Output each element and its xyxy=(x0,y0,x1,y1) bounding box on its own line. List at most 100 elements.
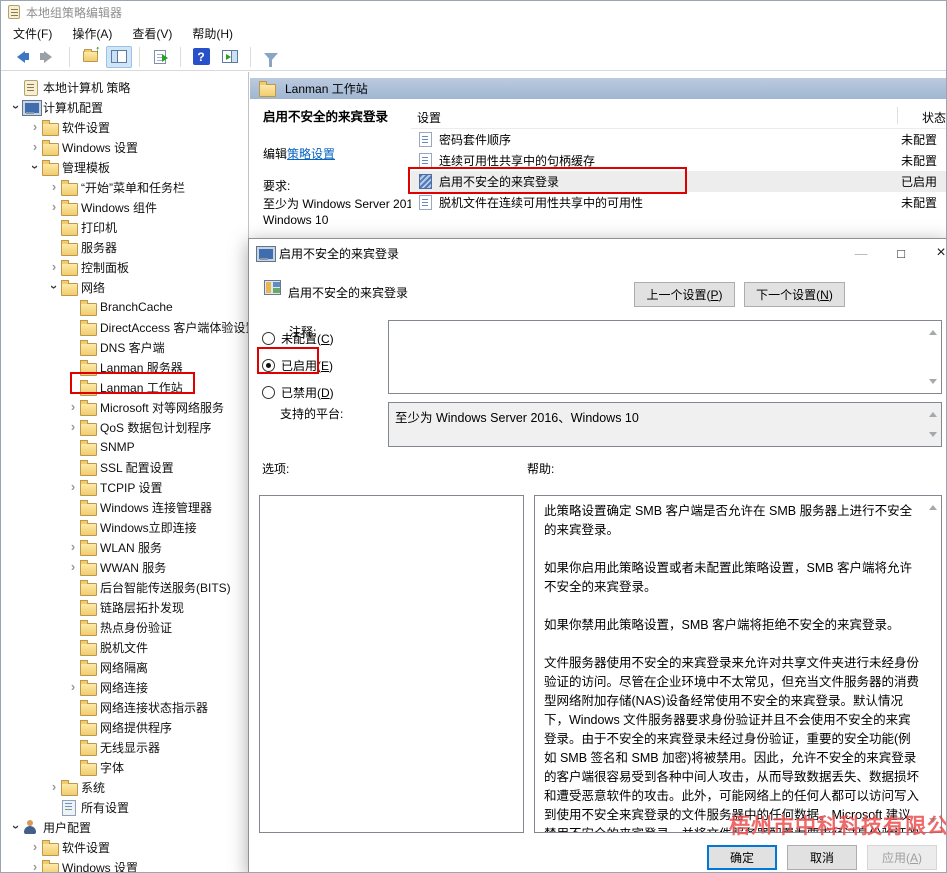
ok-button[interactable]: 确定 xyxy=(707,845,777,870)
expander-icon[interactable] xyxy=(28,860,42,872)
expander-icon[interactable] xyxy=(9,820,23,834)
tree-item[interactable]: Lanman 工作站 xyxy=(1,377,248,397)
tree-item[interactable]: SNMP xyxy=(1,437,248,457)
settings-list-row[interactable]: 脱机文件在连续可用性共享中的可用性 未配置 xyxy=(411,192,946,213)
column-header-settings[interactable]: 设置 xyxy=(417,109,441,126)
settings-list-row[interactable]: 密码套件顺序 未配置 xyxy=(411,129,946,150)
expander-icon[interactable] xyxy=(9,100,23,114)
column-divider[interactable] xyxy=(897,107,898,124)
policy-settings-link[interactable]: 策略设置 xyxy=(287,147,335,161)
tree-item[interactable]: 打印机 xyxy=(1,217,248,237)
window-titlebar[interactable]: 本地组策略编辑器 xyxy=(1,1,946,23)
next-setting-button[interactable]: 下一个设置(N) xyxy=(744,282,845,307)
tree-item[interactable]: TCPIP 设置 xyxy=(1,477,248,497)
tree-item[interactable]: QoS 数据包计划程序 xyxy=(1,417,248,437)
tree-item[interactable]: 热点身份验证 xyxy=(1,617,248,637)
tree-item[interactable]: 网络连接状态指示器 xyxy=(1,697,248,717)
tree-item[interactable]: Windows 组件 xyxy=(1,197,248,217)
tree-item[interactable]: 脱机文件 xyxy=(1,637,248,657)
radio-disabled[interactable]: 已禁用(D) xyxy=(262,383,334,401)
help-box[interactable]: 此策略设置确定 SMB 客户端是否允许在 SMB 服务器上进行不安全的来宾登录。… xyxy=(534,495,942,833)
tree-item[interactable]: WLAN 服务 xyxy=(1,537,248,557)
help-button[interactable] xyxy=(188,46,214,68)
cancel-button[interactable]: 取消 xyxy=(787,845,857,870)
tree-item[interactable]: Microsoft 对等网络服务 xyxy=(1,397,248,417)
expander-icon[interactable] xyxy=(66,540,80,554)
expander-icon[interactable] xyxy=(66,420,80,434)
tree-item[interactable]: 链路层拓扑发现 xyxy=(1,597,248,617)
previous-setting-button[interactable]: 上一个设置(P) xyxy=(634,282,735,307)
show-console-tree-button[interactable] xyxy=(106,46,132,68)
tree-item[interactable]: 所有设置 xyxy=(1,797,248,817)
tree-item[interactable]: 计算机配置 xyxy=(1,97,248,117)
comment-input[interactable] xyxy=(388,320,942,394)
apply-button[interactable]: 应用(A) xyxy=(867,845,937,870)
tree-item[interactable]: 网络连接 xyxy=(1,677,248,697)
tree-item[interactable]: 网络提供程序 xyxy=(1,717,248,737)
tree-item[interactable]: Windows立即连接 xyxy=(1,517,248,537)
expander-icon[interactable] xyxy=(28,140,42,154)
menu-item[interactable]: 查看(V) xyxy=(122,23,182,44)
help-icon xyxy=(193,48,210,65)
settings-list-row[interactable]: 连续可用性共享中的句柄缓存 未配置 xyxy=(411,150,946,171)
expander-icon[interactable] xyxy=(47,260,61,274)
expander-icon[interactable] xyxy=(66,480,80,494)
expander-icon[interactable] xyxy=(28,840,42,854)
tree-item[interactable]: 无线显示器 xyxy=(1,737,248,757)
tree-item[interactable]: DirectAccess 客户端体验设置 xyxy=(1,317,248,337)
menu-item[interactable]: 文件(F) xyxy=(3,23,62,44)
menu-item[interactable]: 帮助(H) xyxy=(182,23,243,44)
tree-item[interactable]: 字体 xyxy=(1,757,248,777)
tree-item[interactable]: Lanman 服务器 xyxy=(1,357,248,377)
filter-button[interactable] xyxy=(258,46,284,68)
tree-item[interactable]: 管理模板 xyxy=(1,157,248,177)
expander-icon[interactable] xyxy=(66,680,80,694)
settings-list-row[interactable]: 启用不安全的来宾登录 已启用 xyxy=(411,171,946,192)
scrollbar[interactable] xyxy=(925,404,940,445)
tree-item-label: 系统 xyxy=(78,779,105,796)
tree-item-label: DirectAccess 客户端体验设置 xyxy=(97,319,249,336)
tree-item[interactable]: 控制面板 xyxy=(1,257,248,277)
expander-icon[interactable] xyxy=(47,280,61,294)
tree-item[interactable]: 网络 xyxy=(1,277,248,297)
expander-icon[interactable] xyxy=(28,160,42,174)
column-header-status[interactable]: 状态 xyxy=(922,109,946,126)
tree-item[interactable]: Windows 设置 xyxy=(1,857,248,872)
tree-item[interactable]: SSL 配置设置 xyxy=(1,457,248,477)
expander-icon[interactable] xyxy=(28,120,42,134)
minimize-icon[interactable]: — xyxy=(841,239,881,267)
export-list-button[interactable] xyxy=(147,46,173,68)
radio-enabled[interactable]: 已启用(E) xyxy=(262,356,333,374)
tree-item[interactable]: BranchCache xyxy=(1,297,248,317)
tree-item[interactable]: 服务器 xyxy=(1,237,248,257)
tree-item[interactable]: 软件设置 xyxy=(1,837,248,857)
back-button[interactable] xyxy=(7,46,33,68)
tree-item[interactable]: 用户配置 xyxy=(1,817,248,837)
tree-item[interactable]: 网络隔离 xyxy=(1,657,248,677)
tree-item[interactable]: Windows 连接管理器 xyxy=(1,497,248,517)
close-icon[interactable]: × xyxy=(921,239,947,267)
tree-item[interactable]: DNS 客户端 xyxy=(1,337,248,357)
policy-item-label: 脱机文件在连续可用性共享中的可用性 xyxy=(439,194,643,211)
tree-item[interactable]: “开始”菜单和任务栏 xyxy=(1,177,248,197)
tree-item[interactable]: 后台智能传送服务(BITS) xyxy=(1,577,248,597)
tree-item[interactable]: WWAN 服务 xyxy=(1,557,248,577)
expander-icon[interactable] xyxy=(47,780,61,794)
tree-item[interactable]: 软件设置 xyxy=(1,117,248,137)
tree-item-icon xyxy=(80,620,97,635)
scrollbar[interactable] xyxy=(925,322,940,392)
scrollbar[interactable] xyxy=(925,497,940,831)
tree-item[interactable]: 本地计算机 策略 xyxy=(1,77,248,97)
menu-item[interactable]: 操作(A) xyxy=(62,23,122,44)
up-one-level-button[interactable] xyxy=(77,46,103,68)
show-action-pane-button[interactable] xyxy=(217,46,243,68)
tree-item[interactable]: Windows 设置 xyxy=(1,137,248,157)
expander-icon[interactable] xyxy=(47,180,61,194)
forward-button[interactable] xyxy=(36,46,62,68)
dialog-titlebar[interactable]: 启用不安全的来宾登录 — □ × xyxy=(249,239,947,267)
maximize-icon[interactable]: □ xyxy=(881,239,921,267)
tree-item[interactable]: 系统 xyxy=(1,777,248,797)
expander-icon[interactable] xyxy=(66,400,80,414)
expander-icon[interactable] xyxy=(47,200,61,214)
expander-icon[interactable] xyxy=(66,560,80,574)
